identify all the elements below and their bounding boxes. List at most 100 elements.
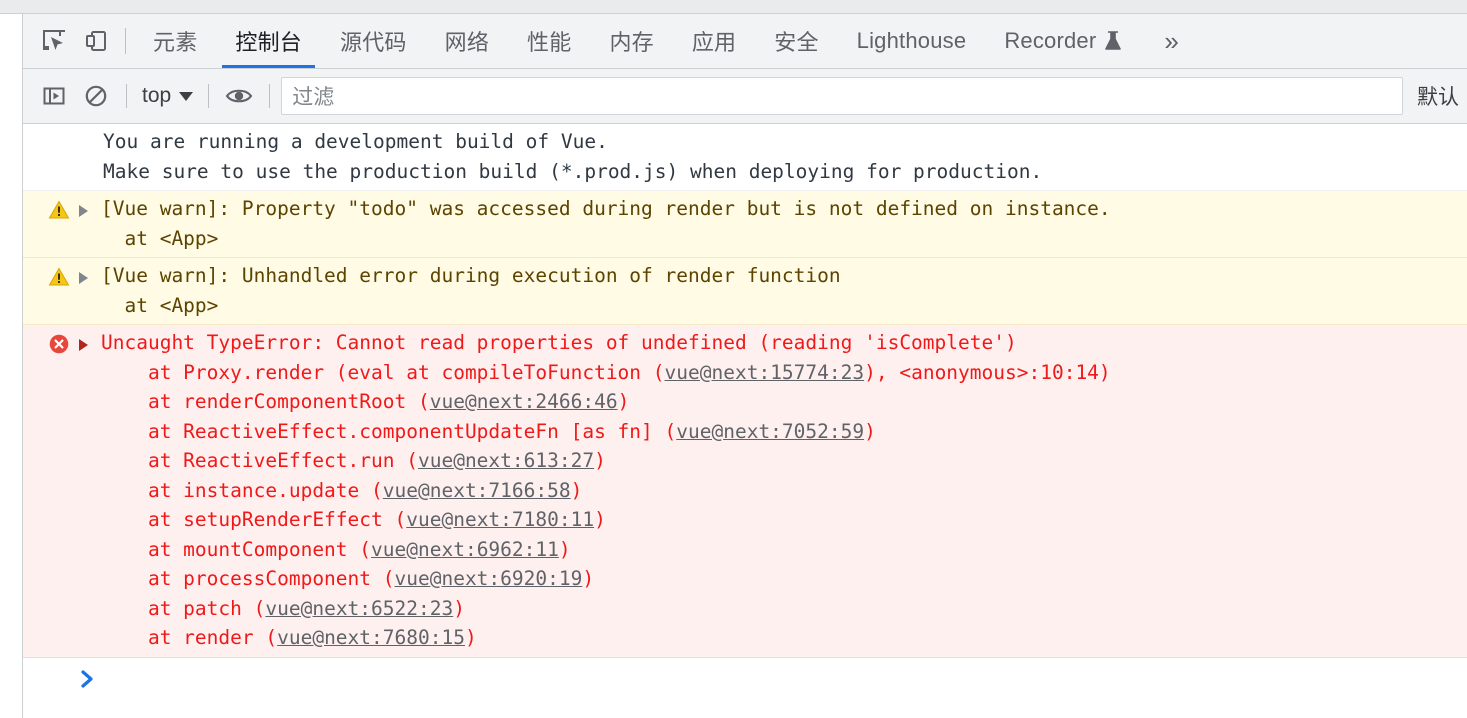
tab-memory[interactable]: 内存 [590,14,672,68]
stack-frame-prefix: at Proxy.render (eval at compileToFuncti… [101,360,665,384]
prompt-chevron-icon [23,666,119,690]
console-message-warning[interactable]: [Vue warn]: Unhandled error during execu… [23,258,1467,325]
left-gutter [0,14,23,718]
tab-label: 安全 [774,30,819,55]
console-message-error[interactable]: Uncaught TypeError: Cannot read properti… [23,325,1467,658]
stack-frame: at setupRenderEffect (vue@next:7180:11) [101,508,606,531]
message-line: You are running a development build of V… [103,130,608,153]
stack-frame-suffix: ) [558,537,571,561]
console-message-info[interactable]: You are running a development build of V… [23,124,1467,191]
execution-context-value: top [142,84,172,107]
stack-frame-suffix: ) [594,508,606,531]
expand-arrow-icon[interactable] [79,205,97,217]
devtools-tabbar: 元素 控制台 源代码 网络 性能 内存 应用 安全 Lighthouse Rec… [23,14,1467,69]
tab-security[interactable]: 安全 [755,14,837,68]
clear-console-icon[interactable] [75,75,117,117]
stack-frame-suffix: ) [464,626,477,649]
live-expression-eye-icon[interactable] [218,75,260,117]
console-prompt-row[interactable] [23,657,1467,692]
message-text: Uncaught TypeError: Cannot read properti… [101,328,1467,653]
console-message-list: You are running a development build of V… [23,124,1467,718]
toolbar-divider-2 [208,84,210,108]
source-link[interactable]: vue@next:7180:11 [406,508,594,531]
source-link[interactable]: vue@next:6962:11 [371,538,559,561]
more-tabs-label: » [1164,25,1180,56]
error-title: Uncaught TypeError: Cannot read properti… [101,331,1017,354]
message-gutter [23,261,101,288]
message-line: at <App> [101,226,219,250]
source-link[interactable]: vue@next:7052:59 [676,420,864,443]
message-line: at <App> [101,293,219,317]
source-link[interactable]: vue@next:15774:23 [665,361,865,384]
stack-frame-suffix: ) [864,419,876,443]
stack-frame: at mountComponent (vue@next:6962:11) [101,538,571,561]
tab-console[interactable]: 控制台 [216,14,321,68]
message-text: You are running a development build of V… [97,127,1467,186]
device-toolbar-icon[interactable] [75,14,117,68]
stack-frame-suffix: ) [582,567,595,590]
error-circle-icon [48,333,70,355]
stack-frame-prefix: at instance.update ( [101,478,383,502]
tab-elements[interactable]: 元素 [134,14,216,68]
message-text: [Vue warn]: Property "todo" was accessed… [101,194,1467,253]
stack-frame-suffix: ) [594,449,606,472]
message-text: [Vue warn]: Unhandled error during execu… [101,261,1467,320]
message-gutter [23,328,101,355]
source-link[interactable]: vue@next:2466:46 [430,390,618,413]
devtools-panel: 元素 控制台 源代码 网络 性能 内存 应用 安全 Lighthouse Rec… [23,14,1467,718]
expand-arrow-icon[interactable] [79,272,97,284]
stack-frame: at ReactiveEffect.componentUpdateFn [as … [101,420,876,443]
flask-icon [1103,30,1123,52]
log-levels-label: 默认 [1417,86,1459,109]
chevron-down-icon [179,91,194,101]
console-message-warning[interactable]: [Vue warn]: Property "todo" was accessed… [23,191,1467,258]
stack-frame: at ReactiveEffect.run (vue@next:613:27) [101,449,606,472]
stack-frame-prefix: at render ( [101,626,278,649]
message-line: [Vue warn]: Property "todo" was accessed… [101,197,1111,220]
source-link[interactable]: vue@next:6920:19 [395,567,583,590]
log-levels-selector[interactable]: 默认 [1403,81,1467,111]
filter-input[interactable]: 过滤 [281,77,1403,115]
tab-lighthouse[interactable]: Lighthouse [838,14,986,68]
message-line: Make sure to use the production build (*… [103,159,1043,183]
stack-frame: at Proxy.render (eval at compileToFuncti… [101,361,1111,384]
toolbar-divider-3 [269,84,271,108]
tab-application[interactable]: 应用 [673,14,755,68]
tab-label: 控制台 [235,30,303,55]
stack-frame: at processComponent (vue@next:6920:19) [101,567,594,590]
tabbar-divider [125,28,126,54]
console-toolbar: top 过滤 默认 [23,69,1467,124]
stack-frame: at instance.update (vue@next:7166:58) [101,479,582,502]
execution-context-selector[interactable]: top [136,84,199,108]
stack-frame: at patch (vue@next:6522:23) [101,597,465,620]
source-link[interactable]: vue@next:6522:23 [265,597,453,620]
tab-sources[interactable]: 源代码 [321,14,426,68]
stack-frame-prefix: at ReactiveEffect.run ( [101,449,418,472]
tab-network[interactable]: 网络 [426,14,508,68]
tab-recorder[interactable]: Recorder [985,14,1142,68]
stack-frame-prefix: at ReactiveEffect.componentUpdateFn [as … [101,419,677,443]
tab-label: 元素 [153,30,198,55]
devtools-window: 元素 控制台 源代码 网络 性能 内存 应用 安全 Lighthouse Rec… [0,0,1467,718]
tab-label: Recorder [1004,28,1097,53]
inspect-element-icon[interactable] [33,14,75,68]
source-link[interactable]: vue@next:7166:58 [383,479,571,502]
tab-label: 源代码 [340,30,407,55]
console-sidebar-icon[interactable] [33,75,75,117]
stack-frame-prefix: at setupRenderEffect ( [101,508,407,531]
stack-frame: at render (vue@next:7680:15) [101,626,477,649]
tab-performance[interactable]: 性能 [508,14,590,68]
stack-frame-prefix: at mountComponent ( [101,537,372,561]
source-link[interactable]: vue@next:613:27 [418,449,594,472]
source-link[interactable]: vue@next:7680:15 [277,626,465,649]
devtools-body: 元素 控制台 源代码 网络 性能 内存 应用 安全 Lighthouse Rec… [0,14,1467,718]
expand-arrow-icon[interactable] [79,339,97,351]
filter-placeholder: 过滤 [292,86,335,109]
stack-frame-prefix: at patch ( [101,596,266,620]
tab-label: 内存 [609,30,654,55]
message-gutter [23,194,101,221]
toolbar-divider-1 [126,84,127,108]
console-prompt-input[interactable] [119,666,1467,692]
more-tabs-button[interactable]: » [1142,14,1201,68]
stack-frame: at renderComponentRoot (vue@next:2466:46… [101,390,629,413]
